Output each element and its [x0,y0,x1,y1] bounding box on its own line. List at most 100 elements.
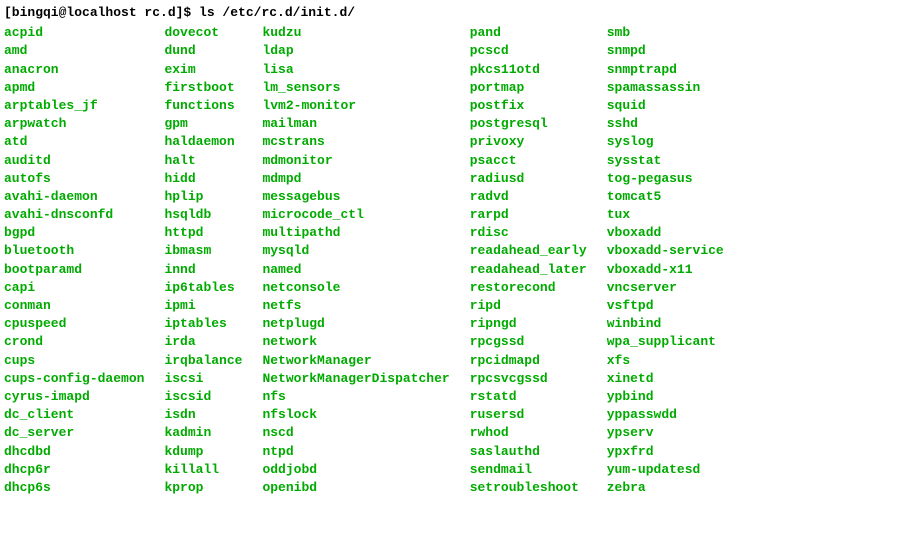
ls-entry: portmap [470,79,587,97]
ls-entry: privoxy [470,133,587,151]
ls-entry: netfs [262,297,449,315]
ls-entry: dovecot [164,24,242,42]
ls-column: kudzuldaplisalm_sensorslvm2-monitormailm… [262,24,449,497]
ls-entry: radvd [470,188,587,206]
ls-entry: readahead_later [470,261,587,279]
ls-entry: psacct [470,152,587,170]
ls-entry: rwhod [470,424,587,442]
ls-entry: hplip [164,188,242,206]
ls-entry: dhcp6r [4,461,144,479]
ls-entry: zebra [607,479,724,497]
ls-entry: exim [164,61,242,79]
ls-entry: apmd [4,79,144,97]
ls-entry: rusersd [470,406,587,424]
ls-entry: multipathd [262,224,449,242]
ls-entry: arptables_jf [4,97,144,115]
ls-entry: rpcgssd [470,333,587,351]
ls-entry: yum-updatesd [607,461,724,479]
ls-entry: amd [4,42,144,60]
ls-entry: mdmonitor [262,152,449,170]
ls-entry: NetworkManager [262,352,449,370]
ls-entry: innd [164,261,242,279]
ls-entry: nscd [262,424,449,442]
ls-entry: iscsid [164,388,242,406]
ls-column: pandpcscdpkcs11otdportmappostfixpostgres… [470,24,587,497]
ls-entry: restorecond [470,279,587,297]
ls-output: acpidamdanacronapmdarptables_jfarpwatcha… [4,24,914,497]
ls-entry: postfix [470,97,587,115]
ls-entry: dhcdbd [4,443,144,461]
ls-entry: gpm [164,115,242,133]
ls-entry: xfs [607,352,724,370]
ls-entry: ypxfrd [607,443,724,461]
ls-entry: named [262,261,449,279]
ls-entry: lm_sensors [262,79,449,97]
ls-entry: irda [164,333,242,351]
ls-entry: ntpd [262,443,449,461]
ls-entry: avahi-dnsconfd [4,206,144,224]
ls-entry: vncserver [607,279,724,297]
ls-entry: conman [4,297,144,315]
ls-entry: vsftpd [607,297,724,315]
ls-entry: kudzu [262,24,449,42]
ls-entry: vboxadd-x11 [607,261,724,279]
ls-entry: ripngd [470,315,587,333]
ls-entry: network [262,333,449,351]
ls-entry: auditd [4,152,144,170]
ls-entry: capi [4,279,144,297]
ls-entry: vboxadd-service [607,242,724,260]
ls-entry: snmpd [607,42,724,60]
ls-entry: syslog [607,133,724,151]
ls-entry: lvm2-monitor [262,97,449,115]
ls-entry: setroubleshoot [470,479,587,497]
ls-entry: netconsole [262,279,449,297]
ls-entry: mailman [262,115,449,133]
ls-entry: bootparamd [4,261,144,279]
ls-entry: ip6tables [164,279,242,297]
ls-entry: wpa_supplicant [607,333,724,351]
ls-entry: readahead_early [470,242,587,260]
ls-entry: mdmpd [262,170,449,188]
ls-entry: ibmasm [164,242,242,260]
ls-entry: sshd [607,115,724,133]
ls-entry: smb [607,24,724,42]
ls-entry: killall [164,461,242,479]
shell-prompt: [bingqi@localhost rc.d]$ ls /etc/rc.d/in… [4,4,914,22]
ls-entry: autofs [4,170,144,188]
ls-entry: rpcsvcgssd [470,370,587,388]
ls-entry: squid [607,97,724,115]
ls-entry: cyrus-imapd [4,388,144,406]
ls-entry: isdn [164,406,242,424]
ls-entry: netplugd [262,315,449,333]
ls-entry: snmptrapd [607,61,724,79]
ls-entry: winbind [607,315,724,333]
ls-entry: pkcs11otd [470,61,587,79]
ls-entry: dhcp6s [4,479,144,497]
ls-entry: cups [4,352,144,370]
ls-entry: haldaemon [164,133,242,151]
ls-entry: kprop [164,479,242,497]
ls-entry: microcode_ctl [262,206,449,224]
ls-entry: sendmail [470,461,587,479]
ls-entry: dc_client [4,406,144,424]
ls-entry: mysqld [262,242,449,260]
ls-entry: cpuspeed [4,315,144,333]
ls-entry: yppasswdd [607,406,724,424]
ls-column: dovecotdundeximfirstbootfunctionsgpmhald… [164,24,242,497]
ls-entry: dc_server [4,424,144,442]
ls-entry: tomcat5 [607,188,724,206]
ls-entry: nfslock [262,406,449,424]
ls-entry: iscsi [164,370,242,388]
ls-entry: ipmi [164,297,242,315]
ls-entry: crond [4,333,144,351]
ls-entry: rstatd [470,388,587,406]
ls-entry: pcscd [470,42,587,60]
ls-entry: saslauthd [470,443,587,461]
ls-entry: httpd [164,224,242,242]
ls-entry: hidd [164,170,242,188]
ls-entry: pand [470,24,587,42]
ls-entry: iptables [164,315,242,333]
ls-entry: rarpd [470,206,587,224]
ls-entry: sysstat [607,152,724,170]
ls-entry: tux [607,206,724,224]
